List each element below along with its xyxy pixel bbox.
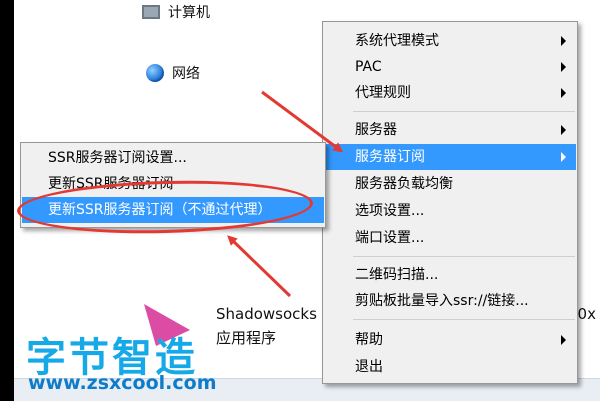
watermark-url: www.zsxcool.com	[28, 372, 217, 394]
annotation-arrow-to-subscription	[261, 90, 344, 153]
annotation-arrow-to-no-proxy	[227, 235, 292, 298]
